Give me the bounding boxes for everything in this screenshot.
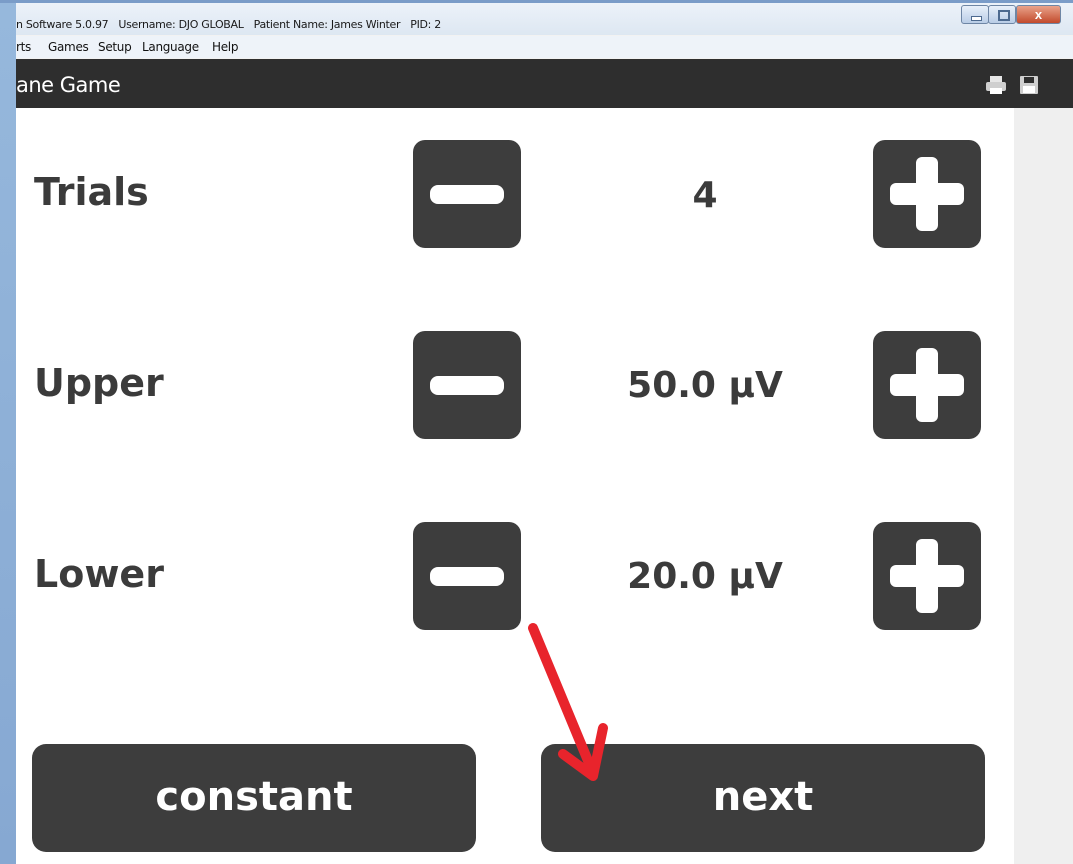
plus-icon-vertical <box>916 539 938 613</box>
maximize-button[interactable] <box>988 5 1016 24</box>
lower-value: 20.0 µV <box>627 556 783 597</box>
trials-label: Trials <box>34 170 149 214</box>
menu-bar: rts Games Setup Language Help <box>16 36 1073 58</box>
save-icon[interactable] <box>1018 75 1040 95</box>
close-button[interactable]: x <box>1016 5 1061 24</box>
menu-games[interactable]: Games <box>48 40 89 54</box>
upper-increase-button[interactable] <box>873 331 981 439</box>
plus-icon-vertical <box>916 157 938 231</box>
lower-increase-button[interactable] <box>873 522 981 630</box>
upper-value: 50.0 µV <box>627 365 783 406</box>
constant-button[interactable]: constant <box>32 744 476 852</box>
menu-language[interactable]: Language <box>142 40 199 54</box>
title-app: n Software 5.0.97 <box>16 18 109 31</box>
lower-decrease-button[interactable] <box>413 522 521 630</box>
minus-icon <box>430 185 504 204</box>
page-header: ane Game <box>16 59 1073 108</box>
window-title: n Software 5.0.97 Username: DJO GLOBAL Pat… <box>16 18 451 31</box>
trials-value: 4 <box>692 175 718 216</box>
minus-icon <box>430 376 504 395</box>
red-arrow-annotation <box>528 623 608 781</box>
plus-icon-vertical <box>916 348 938 422</box>
lower-label: Lower <box>34 552 164 596</box>
title-bar: n Software 5.0.97 Username: DJO GLOBAL Pat… <box>16 3 1073 35</box>
close-icon: x <box>1034 7 1043 22</box>
right-side-panel <box>1014 108 1073 864</box>
minus-icon <box>430 567 504 586</box>
menu-help[interactable]: Help <box>212 40 238 54</box>
left-window-edge <box>0 0 16 864</box>
upper-decrease-button[interactable] <box>413 331 521 439</box>
title-patient: Patient Name: James Winter <box>253 18 401 31</box>
menu-reports[interactable]: rts <box>16 40 31 54</box>
page-title: ane Game <box>16 73 121 97</box>
menu-setup[interactable]: Setup <box>98 40 132 54</box>
title-pid: PID: 2 <box>410 18 441 31</box>
printer-icon[interactable] <box>985 75 1007 95</box>
upper-label: Upper <box>34 361 164 405</box>
minimize-button[interactable] <box>961 5 989 24</box>
trials-increase-button[interactable] <box>873 140 981 248</box>
title-username: Username: DJO GLOBAL <box>118 18 244 31</box>
trials-decrease-button[interactable] <box>413 140 521 248</box>
